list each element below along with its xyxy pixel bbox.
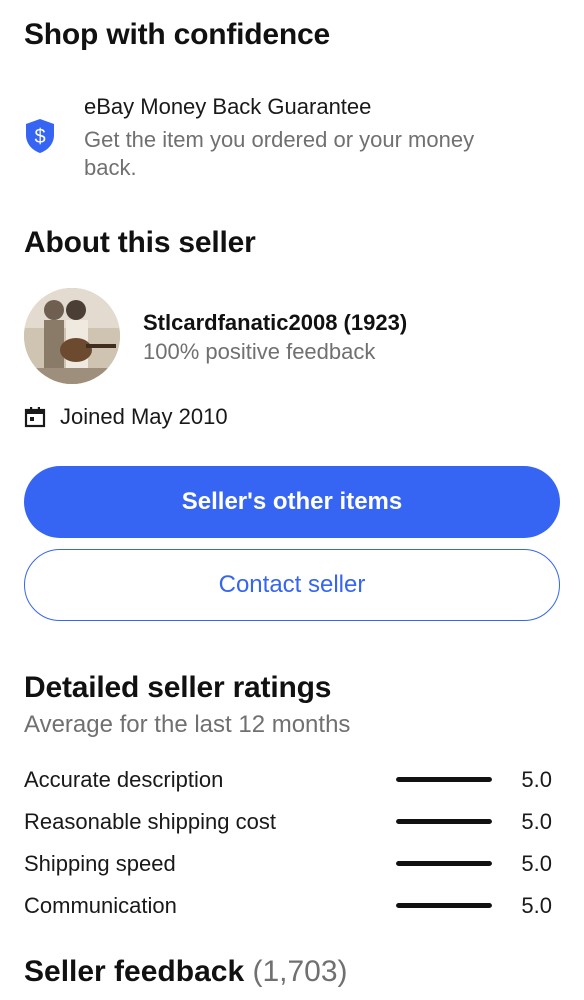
rating-label: Reasonable shipping cost [24, 809, 276, 834]
seller-joined-date: Joined May 2010 [24, 403, 228, 431]
seller-photo [24, 288, 120, 384]
seller-positive-feedback: 100% positive feedback [143, 339, 376, 364]
seller-feedback-count: (1,703) [252, 955, 348, 988]
rating-bar-fill [396, 777, 492, 782]
rating-label: Shipping speed [24, 851, 176, 876]
rating-label: Communication [24, 893, 177, 918]
calendar-icon [24, 407, 46, 428]
rating-bar-fill [396, 861, 492, 866]
rating-bar [396, 819, 492, 824]
seller-feedback-heading: Seller feedback (1,703) [24, 955, 348, 989]
detailed-ratings-heading: Detailed seller ratings [24, 671, 332, 704]
seller-name-link[interactable]: Stlcardfanatic2008 (1923) [143, 310, 407, 336]
rating-value: 5.0 [521, 851, 552, 876]
rating-value: 5.0 [521, 767, 552, 792]
seller-avatar[interactable] [24, 288, 120, 384]
seller-feedback-title: Seller feedback [24, 955, 245, 988]
shield-dollar-icon: $ [26, 119, 54, 153]
rating-bar-fill [396, 903, 492, 908]
rating-bar [396, 903, 492, 908]
rating-row-shipping-cost: Reasonable shipping cost 5.0 [24, 807, 560, 837]
money-back-guarantee[interactable]: $ eBay Money Back Guarantee Get the item… [24, 92, 564, 182]
rating-bar [396, 777, 492, 782]
svg-text:$: $ [34, 126, 45, 148]
ratings-subtitle: Average for the last 12 months [24, 711, 351, 738]
shop-with-confidence-heading: Shop with confidence [24, 18, 331, 51]
sellers-other-items-button[interactable]: Seller's other items [24, 466, 560, 538]
contact-seller-button[interactable]: Contact seller [24, 549, 560, 621]
rating-bar [396, 861, 492, 866]
rating-row-communication: Communication 5.0 [24, 891, 560, 921]
rating-value: 5.0 [521, 809, 552, 834]
guarantee-title: eBay Money Back Guarantee [84, 94, 372, 119]
about-seller-heading: About this seller [24, 226, 256, 259]
rating-row-shipping-speed: Shipping speed 5.0 [24, 849, 560, 879]
guarantee-description: Get the item you ordered or your money b… [84, 127, 475, 180]
joined-text: Joined May 2010 [60, 404, 228, 429]
rating-row-accurate-description: Accurate description 5.0 [24, 765, 560, 795]
rating-label: Accurate description [24, 767, 224, 792]
rating-value: 5.0 [521, 893, 552, 918]
rating-bar-fill [396, 819, 492, 824]
